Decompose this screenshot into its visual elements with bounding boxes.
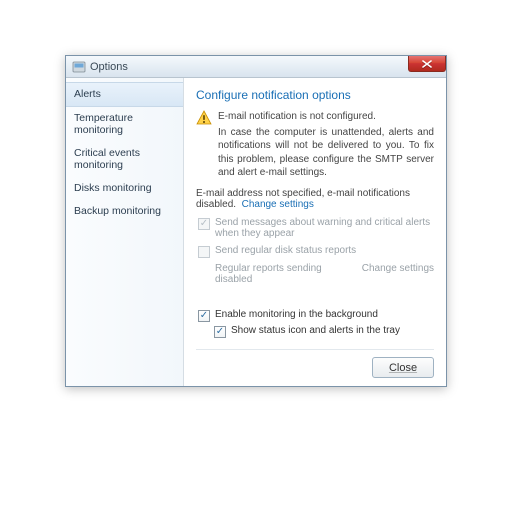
options-dialog: Options Alerts Temperature monitoring Cr… [65,55,447,387]
change-settings-link[interactable]: Change settings [242,199,314,210]
check-enable-background[interactable]: Enable monitoring in the background [198,309,434,322]
sidebar-item-label: Alerts [74,88,101,100]
button-label: Close [389,362,417,374]
panel-heading: Configure notification options [196,88,434,102]
warning-icon [196,110,212,126]
window-title: Options [90,61,128,73]
sidebar-item-backup[interactable]: Backup monitoring [66,200,183,223]
email-status-row: E-mail address not specified, e-mail not… [196,188,434,210]
reports-sub-text: Regular reports sending disabled [215,263,362,285]
close-icon [422,60,432,68]
sidebar-item-critical-events[interactable]: Critical events monitoring [66,142,183,177]
warning-line2: In case the computer is unattended, aler… [218,126,434,180]
close-button[interactable]: Close [372,357,434,378]
bottom-checks: Enable monitoring in the background Show… [196,306,434,341]
reports-sub-row: Regular reports sending disabled Change … [215,263,434,285]
sidebar-item-label: Temperature monitoring [74,112,133,137]
sidebar-item-label: Backup monitoring [74,205,161,217]
button-bar: Close [196,349,434,378]
checkbox[interactable] [214,326,226,338]
sidebar-item-disks[interactable]: Disks monitoring [66,177,183,200]
sidebar-item-temperature[interactable]: Temperature monitoring [66,107,183,142]
check-send-reports: Send regular disk status reports [198,245,434,258]
dialog-body: Alerts Temperature monitoring Critical e… [66,78,446,386]
check-label: Send messages about warning and critical… [215,217,434,239]
sidebar-item-label: Critical events monitoring [74,147,140,172]
warning-text: E-mail notification is not configured. I… [218,110,434,180]
titlebar[interactable]: Options [66,56,446,78]
warning-line1: E-mail notification is not configured. [218,110,434,124]
close-window-button[interactable] [408,56,446,72]
check-show-tray[interactable]: Show status icon and alerts in the tray [214,325,434,338]
check-send-warning: Send messages about warning and critical… [198,217,434,239]
check-label: Show status icon and alerts in the tray [231,325,400,336]
checkbox[interactable] [198,310,210,322]
checkbox [198,218,210,230]
app-icon [72,60,86,74]
check-label: Send regular disk status reports [215,245,356,256]
sidebar: Alerts Temperature monitoring Critical e… [66,78,184,386]
main-panel: Configure notification options E-mail no… [184,78,446,386]
check-label: Enable monitoring in the background [215,309,378,320]
reports-change-link-disabled: Change settings [362,263,434,285]
sidebar-item-alerts[interactable]: Alerts [66,82,183,107]
checkbox [198,246,210,258]
warning-block: E-mail notification is not configured. I… [196,110,434,180]
sidebar-item-label: Disks monitoring [74,182,152,194]
